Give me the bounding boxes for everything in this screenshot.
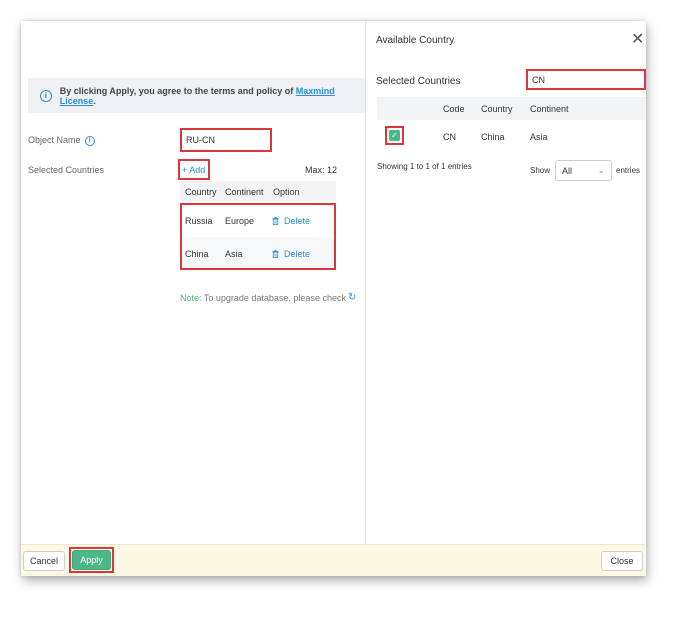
show-label: Show xyxy=(530,166,551,175)
upgrade-note: Note: To upgrade database, please check xyxy=(180,293,346,303)
trash-icon xyxy=(272,250,279,258)
max-countries-label: Max: 12 xyxy=(305,165,338,175)
license-notice: i By clicking Apply, you agree to the te… xyxy=(28,78,365,113)
col-header-country: Country xyxy=(481,104,513,114)
row-country: China xyxy=(185,249,209,259)
col-header-code: Code xyxy=(443,104,465,114)
footer-bar: Cancel Apply Close xyxy=(21,544,645,576)
help-icon[interactable]: i xyxy=(84,135,95,146)
row-continent: Asia xyxy=(225,249,243,259)
search-label: Selected Countries xyxy=(376,76,461,87)
delete-button[interactable]: Delete xyxy=(272,249,310,259)
close-button[interactable]: Close xyxy=(601,551,643,571)
object-name-input[interactable] xyxy=(186,134,266,146)
refresh-icon[interactable]: ↻ xyxy=(348,292,356,303)
notice-suffix: . xyxy=(93,95,96,106)
selected-rows-box xyxy=(180,203,336,270)
row-code: CN xyxy=(443,132,456,142)
panel-title: Available Country xyxy=(376,35,455,46)
cancel-button[interactable]: Cancel xyxy=(23,551,65,571)
available-country-panel: Available Country ✕ Selected Countries C… xyxy=(365,21,646,576)
delete-button[interactable]: Delete xyxy=(272,216,310,226)
trash-icon xyxy=(272,217,279,225)
close-icon[interactable]: ✕ xyxy=(631,32,644,48)
selected-countries-label: Selected Countries xyxy=(28,165,105,175)
row-country: China xyxy=(481,132,505,142)
col-header-continent: Continent xyxy=(225,187,264,197)
entries-label: entries xyxy=(616,166,641,175)
object-name-label: Object Name i xyxy=(28,135,95,146)
apply-button[interactable]: Apply xyxy=(72,550,111,570)
page-size-value: All xyxy=(562,166,573,176)
info-icon: i xyxy=(40,89,52,102)
row-continent: Asia xyxy=(530,132,548,142)
row-continent: Europe xyxy=(225,216,255,226)
object-form-panel: i By clicking Apply, you agree to the te… xyxy=(21,21,365,576)
chevron-down-icon: ⌄ xyxy=(597,165,605,175)
col-header-continent: Continent xyxy=(530,104,569,114)
country-search-input[interactable] xyxy=(532,74,632,86)
col-header-option: Option xyxy=(273,187,300,197)
dialog-window: i By clicking Apply, you agree to the te… xyxy=(21,21,646,576)
row-checkbox[interactable]: ✓ xyxy=(389,130,400,141)
col-header-country: Country xyxy=(185,187,217,197)
row-country: Russia xyxy=(185,216,213,226)
showing-entries-text: Showing 1 to 1 of 1 entries xyxy=(377,162,472,171)
notice-text: By clicking Apply, you agree to the term… xyxy=(59,85,296,96)
page-size-select[interactable]: All ⌄ xyxy=(555,160,612,181)
add-country-button[interactable]: + Add xyxy=(182,165,205,175)
